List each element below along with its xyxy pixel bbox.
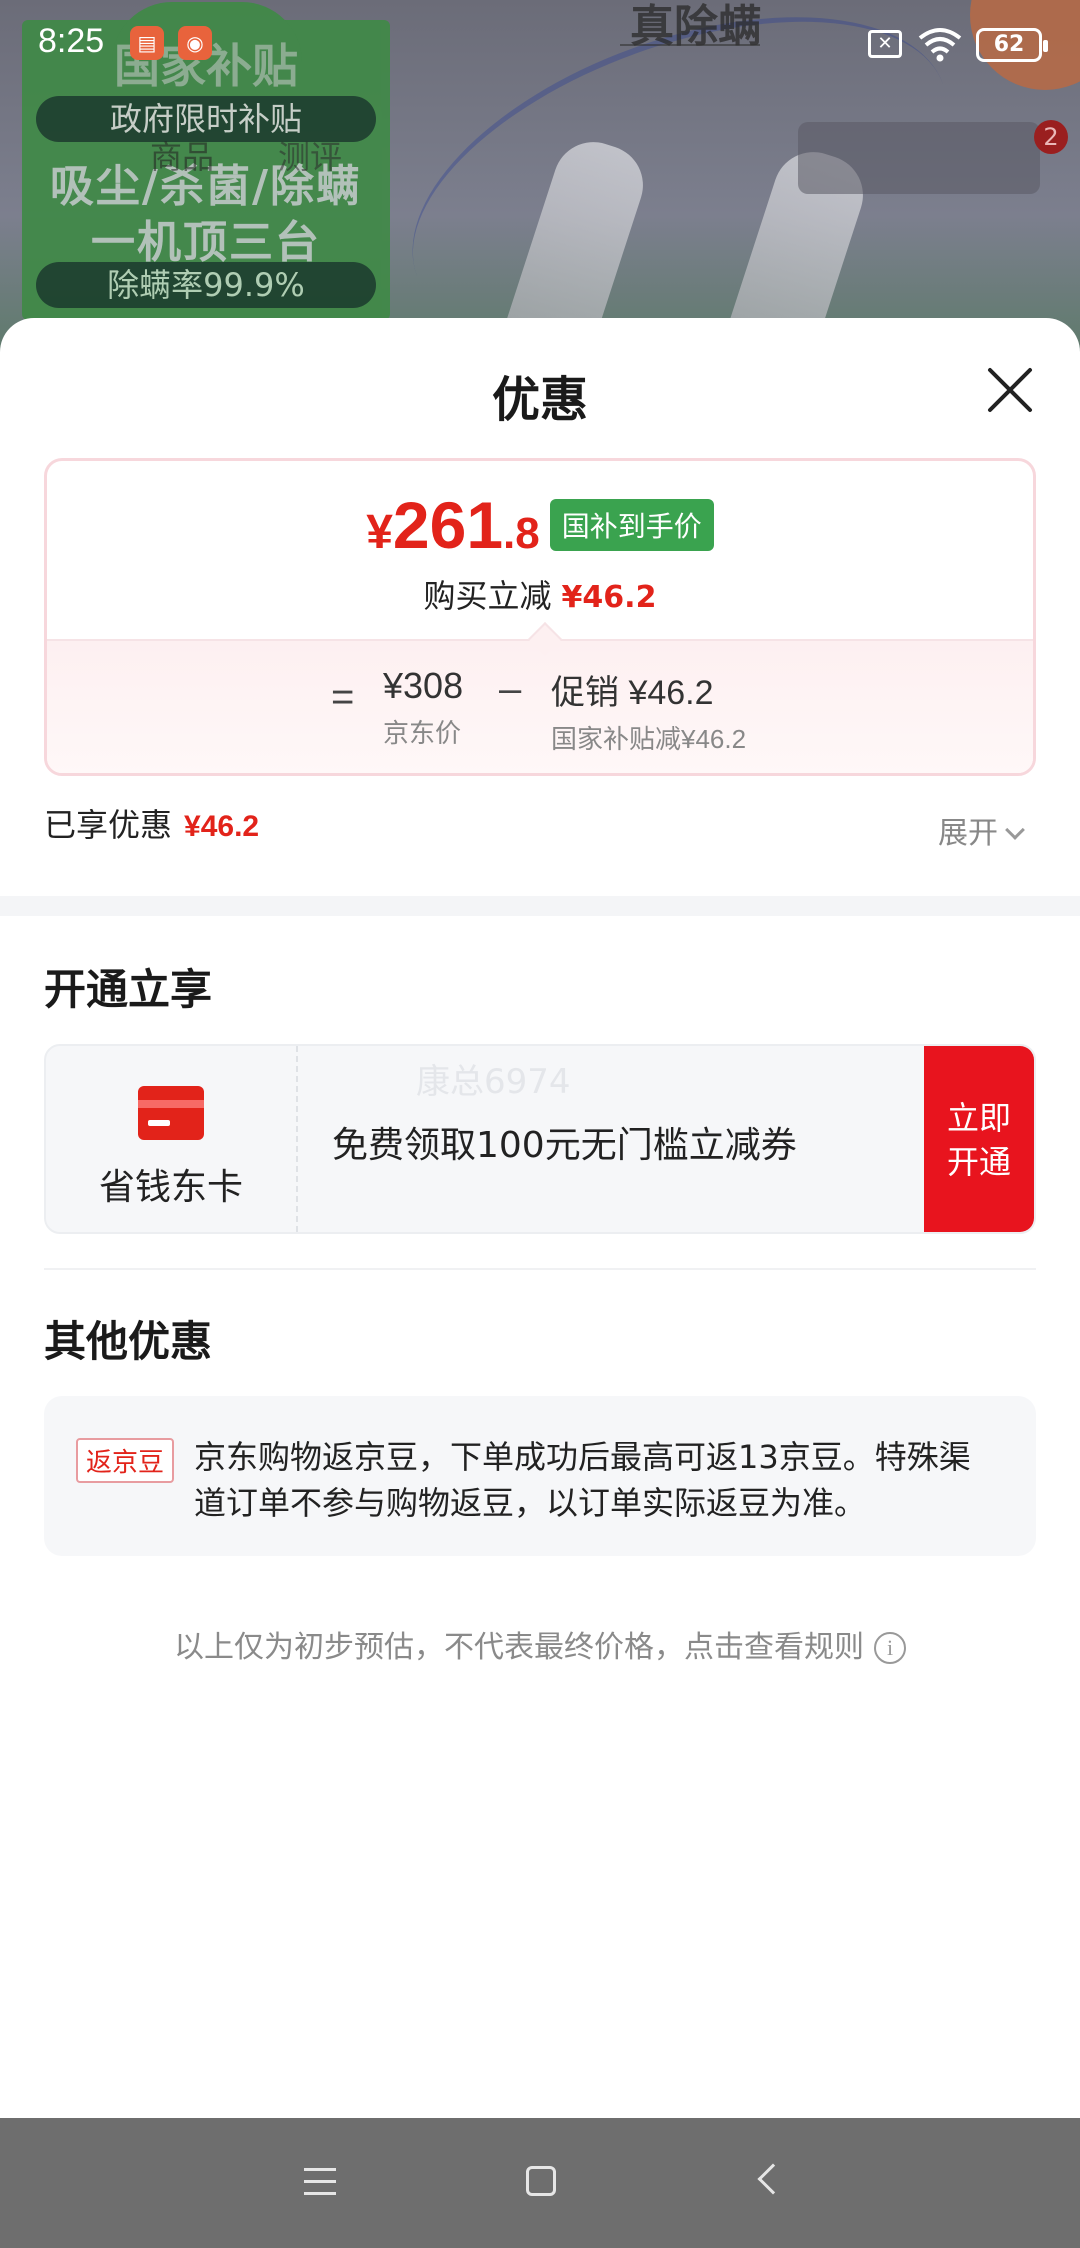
subsidy-reduction-detail: 国家补贴减¥46.2 <box>551 724 747 754</box>
section-title-open: 开通立享 <box>44 965 213 1014</box>
cart-count-badge: 2 <box>1034 120 1068 154</box>
tab-review: 测评 <box>278 138 343 176</box>
section-divider <box>0 896 1080 916</box>
rebate-description: 京东购物返京豆，下单成功后最高可返13京豆。特殊渠道订单不参与购物返豆，以订单实… <box>194 1438 971 1522</box>
sim-off-icon: ✕ <box>868 30 902 58</box>
divider-line <box>44 1268 1036 1270</box>
disclaimer-link[interactable]: 以上仅为初步预估，不代表最终价格，点击查看规则 i <box>0 1622 1080 1666</box>
price-breakdown-card: ¥261.8 国补到手价 购买立减 ¥46.2 = ¥308 京东价 – 促销 ¥4… <box>44 458 1036 776</box>
battery-icon: 62 <box>976 28 1048 62</box>
notification-app-icon: ▤ <box>130 26 164 60</box>
background-tabs: 商品 测评 <box>150 132 342 178</box>
chevron-down-icon <box>1005 820 1025 840</box>
subsidy-price-tag: 国补到手价 <box>549 499 714 551</box>
calculation-area <box>47 639 1033 773</box>
expand-button[interactable]: 展开 <box>938 808 1025 852</box>
system-nav-bar <box>0 2118 1080 2248</box>
jd-bean-rebate: 返京豆 京东购物返京豆，下单成功后最高可返13京豆。特殊渠道订单不参与购物返豆，… <box>44 1396 1036 1556</box>
sheet-title: 优惠 <box>491 372 588 428</box>
watermark-text: 康总6974 <box>416 1062 571 1102</box>
savings-card-name: 省钱东卡 <box>98 1167 243 1208</box>
purchase-reduction: 购买立减 ¥46.2 <box>47 571 1033 617</box>
final-price: ¥261.8 <box>366 488 540 562</box>
activate-label-line2: 开通 <box>946 1143 1011 1181</box>
discount-sheet: 优惠 ¥261.8 国补到手价 购买立减 ¥46.2 = ¥308 京东价 – 促销… <box>0 318 1080 2118</box>
promotion-amount: 促销 ¥46.2 <box>551 674 714 712</box>
savings-card-brand: 省钱东卡 <box>46 1046 298 1232</box>
status-time: 8:25 <box>38 22 105 60</box>
rebate-tag: 返京豆 <box>76 1438 175 1483</box>
info-icon: i <box>874 1632 906 1664</box>
activate-label-line1: 立即 <box>946 1099 1011 1137</box>
enjoyed-label: 已享优惠 <box>44 806 173 844</box>
minus-sign: – <box>499 667 522 711</box>
close-icon[interactable] <box>980 360 1040 420</box>
background-action-bar <box>798 122 1040 194</box>
expand-label: 展开 <box>938 816 998 851</box>
equals-sign: = <box>331 675 355 719</box>
reduction-label: 购买立减 <box>423 577 552 615</box>
enjoyed-discount: 已享优惠 ¥46.2 <box>44 800 259 846</box>
menu-icon[interactable] <box>304 2168 336 2196</box>
jd-price-label: 京东价 <box>383 718 462 748</box>
status-bar: 8:25 ▤ ◉ ✕ 62 <box>0 0 1080 88</box>
jd-price: ¥308 <box>383 665 464 706</box>
reduction-amount: ¥46.2 <box>561 580 657 615</box>
savings-card-description: 免费领取100元无门槛立减券 <box>332 1125 797 1166</box>
section-title-other: 其他优惠 <box>44 1317 213 1366</box>
activate-button[interactable]: 立即 开通 <box>924 1046 1034 1232</box>
home-icon[interactable] <box>526 2166 556 2196</box>
promo-line-2: 一机顶三台 <box>91 217 321 268</box>
final-price-line: ¥261.8 国补到手价 <box>47 487 1033 563</box>
card-icon <box>138 1086 204 1140</box>
promo-pill-bottom: 除螨率99.9% <box>36 262 376 308</box>
enjoyed-amount: ¥46.2 <box>184 810 260 843</box>
back-icon[interactable] <box>757 2163 789 2195</box>
notification-app-icon: ◉ <box>178 26 212 60</box>
disclaimer-text: 以上仅为初步预估，不代表最终价格，点击查看规则 <box>174 1630 864 1665</box>
savings-card-offer[interactable]: 省钱东卡 康总6974 免费领取100元无门槛立减券 立即 开通 <box>44 1044 1036 1234</box>
wifi-icon <box>918 28 962 62</box>
tab-product: 商品 <box>150 138 215 176</box>
